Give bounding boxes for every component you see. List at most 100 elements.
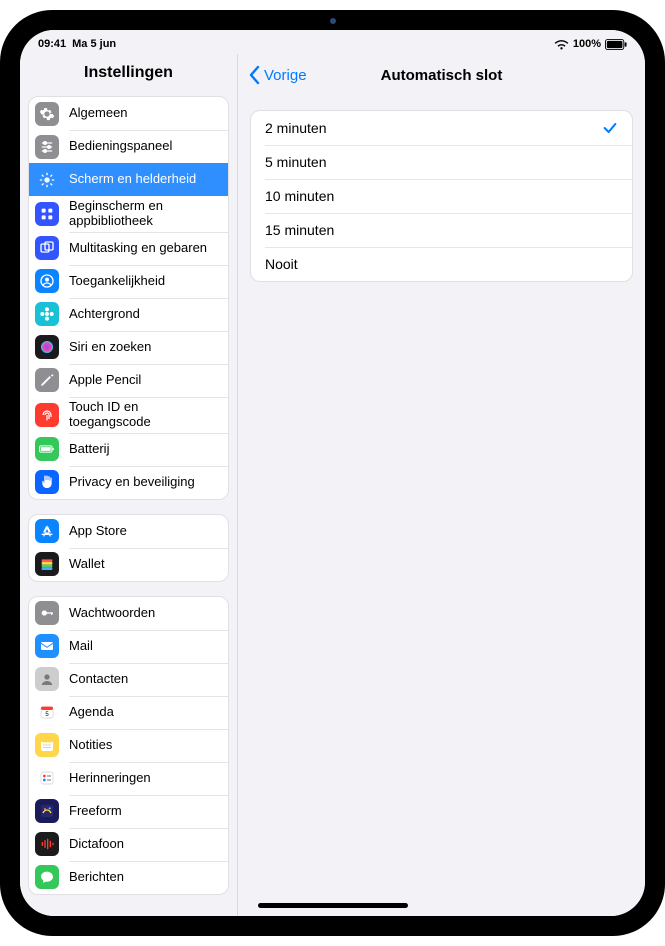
pencil-icon — [35, 368, 59, 392]
home-indicator — [258, 903, 408, 908]
sidebar-item-label: Agenda — [69, 705, 220, 720]
option-label: 10 minuten — [265, 188, 334, 204]
key-icon — [35, 601, 59, 625]
appstore-icon — [35, 519, 59, 543]
rects-icon — [35, 236, 59, 260]
sidebar-item-contacts[interactable]: Contacten — [29, 663, 228, 696]
status-date: Ma 5 jun — [72, 38, 116, 50]
sidebar-item-privacy[interactable]: Privacy en beveiliging — [29, 466, 228, 499]
screen: 09:41 Ma 5 jun 100% Instellingen Algemee… — [20, 30, 645, 916]
status-battery-pct: 100% — [573, 38, 601, 50]
sidebar-item-label: Toegankelijkheid — [69, 274, 220, 289]
hand-icon — [35, 470, 59, 494]
contact-icon — [35, 667, 59, 691]
sidebar-item-accessibility[interactable]: Toegankelijkheid — [29, 265, 228, 298]
auto-lock-option[interactable]: 5 minuten — [251, 145, 632, 179]
voice-icon — [35, 832, 59, 856]
mail-icon — [35, 634, 59, 658]
sidebar-item-label: Mail — [69, 639, 220, 654]
person-icon — [35, 269, 59, 293]
sidebar-item-label: Beginscherm en appbibliotheek — [69, 199, 220, 229]
sidebar-item-messages[interactable]: Berichten — [29, 861, 228, 894]
sidebar-item-siri[interactable]: Siri en zoeken — [29, 331, 228, 364]
sidebar-item-label: Privacy en beveiliging — [69, 475, 220, 490]
sidebar-item-label: Notities — [69, 738, 220, 753]
sidebar-group: Algemeen Bedieningspaneel Scherm en helder… — [28, 96, 229, 500]
option-label: 5 minuten — [265, 154, 326, 170]
sidebar-item-label: Apple Pencil — [69, 373, 220, 388]
detail-header: Vorige Automatisch slot — [238, 54, 645, 96]
calendar-icon: 5 — [35, 700, 59, 724]
sidebar-item-wallet[interactable]: Wallet — [29, 548, 228, 581]
sidebar-item-calendar[interactable]: 5 Agenda — [29, 696, 228, 729]
sun-icon — [35, 168, 59, 192]
siri-icon — [35, 335, 59, 359]
sidebar-group: Wachtwoorden Mail Contacten 5 Agenda Notities… — [28, 596, 229, 895]
sidebar-item-passwords[interactable]: Wachtwoorden — [29, 597, 228, 630]
battery-icon — [35, 437, 59, 461]
sidebar-item-label: Batterij — [69, 442, 220, 457]
sidebar-item-mail[interactable]: Mail — [29, 630, 228, 663]
back-button[interactable]: Vorige — [248, 65, 307, 85]
camera-dot — [330, 18, 336, 24]
sidebar-item-label: Siri en zoeken — [69, 340, 220, 355]
sidebar-item-reminders[interactable]: Herinneringen — [29, 762, 228, 795]
ipad-frame: 09:41 Ma 5 jun 100% Instellingen Algemee… — [0, 10, 665, 936]
option-label: 2 minuten — [265, 120, 326, 136]
sidebar-item-pencil[interactable]: Apple Pencil — [29, 364, 228, 397]
auto-lock-options: 2 minuten 5 minuten 10 minuten 15 minuten No… — [250, 110, 633, 282]
settings-sidebar: Instellingen Algemeen Bedieningspaneel Sch… — [20, 54, 238, 916]
auto-lock-option[interactable]: Nooit — [251, 247, 632, 281]
sidebar-item-label: Freeform — [69, 804, 220, 819]
battery-icon — [605, 39, 627, 50]
sidebar-item-home[interactable]: Beginscherm en appbibliotheek — [29, 196, 228, 232]
sidebar-item-appstore[interactable]: App Store — [29, 515, 228, 548]
sidebar-item-battery[interactable]: Batterij — [29, 433, 228, 466]
sidebar-item-label: App Store — [69, 524, 220, 539]
sidebar-scroll[interactable]: Algemeen Bedieningspaneel Scherm en helder… — [20, 92, 237, 916]
sidebar-item-display[interactable]: Scherm en helderheid — [29, 163, 228, 196]
sidebar-item-multitask[interactable]: Multitasking en gebaren — [29, 232, 228, 265]
finger-icon — [35, 403, 59, 427]
sidebar-item-label: Scherm en helderheid — [69, 172, 220, 187]
sidebar-item-label: Berichten — [69, 870, 220, 885]
sliders-icon — [35, 135, 59, 159]
wallet-icon — [35, 552, 59, 576]
gear-icon — [35, 102, 59, 126]
sidebar-item-touchid[interactable]: Touch ID en toegangscode — [29, 397, 228, 433]
auto-lock-option[interactable]: 2 minuten — [251, 111, 632, 145]
option-label: 15 minuten — [265, 222, 334, 238]
sidebar-item-notes[interactable]: Notities — [29, 729, 228, 762]
detail-pane: Vorige Automatisch slot 2 minuten 5 minut… — [238, 54, 645, 916]
sidebar-group: App Store Wallet — [28, 514, 229, 582]
sidebar-item-wallpaper[interactable]: Achtergrond — [29, 298, 228, 331]
reminders-icon — [35, 766, 59, 790]
sidebar-item-label: Achtergrond — [69, 307, 220, 322]
auto-lock-option[interactable]: 10 minuten — [251, 179, 632, 213]
status-bar: 09:41 Ma 5 jun 100% — [20, 30, 645, 54]
sidebar-item-general[interactable]: Algemeen — [29, 97, 228, 130]
sidebar-item-label: Dictafoon — [69, 837, 220, 852]
checkmark-icon — [602, 120, 618, 136]
sidebar-item-label: Bedieningspaneel — [69, 139, 220, 154]
sidebar-item-label: Herinneringen — [69, 771, 220, 786]
status-time: 09:41 — [38, 38, 66, 50]
sidebar-item-freeform[interactable]: Freeform — [29, 795, 228, 828]
sidebar-item-label: Algemeen — [69, 106, 220, 121]
sidebar-item-label: Touch ID en toegangscode — [69, 400, 220, 430]
flower-icon — [35, 302, 59, 326]
sidebar-item-label: Multitasking en gebaren — [69, 241, 220, 256]
sidebar-item-label: Contacten — [69, 672, 220, 687]
sidebar-item-control[interactable]: Bedieningspaneel — [29, 130, 228, 163]
notes-icon — [35, 733, 59, 757]
freeform-icon — [35, 799, 59, 823]
grid-icon — [35, 202, 59, 226]
option-label: Nooit — [265, 256, 298, 272]
sidebar-title: Instellingen — [20, 54, 237, 92]
sidebar-item-voicememo[interactable]: Dictafoon — [29, 828, 228, 861]
auto-lock-option[interactable]: 15 minuten — [251, 213, 632, 247]
messages-icon — [35, 865, 59, 889]
wifi-icon — [554, 39, 569, 50]
sidebar-item-label: Wachtwoorden — [69, 606, 220, 621]
sidebar-item-label: Wallet — [69, 557, 220, 572]
